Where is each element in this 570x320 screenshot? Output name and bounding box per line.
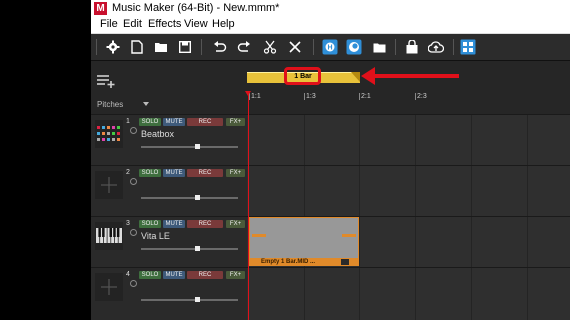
title-bar: M Music Maker (64-Bit) - New.mmm* (91, 0, 570, 17)
playhead-line (248, 94, 249, 320)
track-2: 2 SOLO MUTE REC FX+ (91, 165, 570, 216)
fx-button[interactable]: FX+ (226, 220, 245, 228)
delete-icon[interactable] (286, 38, 304, 56)
track-number: 3 (126, 220, 130, 227)
volume-slider[interactable] (141, 248, 238, 250)
new-file-icon[interactable] (128, 38, 146, 56)
track-number: 1 (126, 118, 130, 125)
annotation-arrow (371, 74, 459, 78)
gear-icon[interactable] (130, 280, 137, 287)
undo-icon[interactable] (211, 38, 229, 56)
volume-slider-knob[interactable] (195, 297, 200, 302)
grid-view-icon[interactable] (459, 38, 477, 56)
add-track-icon[interactable] (96, 73, 116, 89)
cut-icon[interactable] (261, 38, 279, 56)
keyboard-icon (95, 222, 123, 250)
open-folder-icon[interactable] (152, 38, 170, 56)
menu-effects[interactable]: Effects (148, 18, 181, 30)
track-1: 1 SOLO MUTE REC FX+ Beatbox (91, 114, 570, 165)
folder-icon[interactable] (370, 38, 388, 56)
chevron-down-icon[interactable] (143, 102, 149, 106)
beatbox-icon (95, 120, 123, 148)
ruler-label: 2:3 (417, 93, 427, 100)
ruler-label: 2:1 (361, 93, 371, 100)
volume-slider[interactable] (141, 197, 238, 199)
rec-button[interactable]: REC (187, 118, 223, 126)
mute-button[interactable]: MUTE (163, 271, 185, 279)
clip-menu-icon[interactable] (341, 259, 349, 265)
annotation-arrow-head (361, 67, 375, 85)
fx-button[interactable]: FX+ (226, 271, 245, 279)
annotation-highlight-box (284, 67, 321, 85)
volume-slider[interactable] (141, 299, 238, 301)
track-name[interactable]: Beatbox (141, 129, 174, 139)
fx-button[interactable]: FX+ (226, 118, 245, 126)
settings-icon[interactable] (104, 38, 122, 56)
toolbar: H (91, 34, 570, 61)
menu-view[interactable]: View (184, 18, 208, 30)
save-icon[interactable] (176, 38, 194, 56)
window-title: Music Maker (64-Bit) - New.mmm* (112, 2, 280, 14)
cloud-upload-icon[interactable] (427, 38, 445, 56)
rec-button[interactable]: REC (187, 271, 223, 279)
add-instrument-icon[interactable] (95, 273, 123, 301)
track-number: 2 (126, 169, 130, 176)
menu-help[interactable]: Help (212, 18, 235, 30)
loop-end-handle[interactable] (351, 72, 360, 82)
rec-button[interactable]: REC (187, 169, 223, 177)
track-4: 4 SOLO MUTE REC FX+ (91, 267, 570, 318)
fx-button[interactable]: FX+ (226, 169, 245, 177)
mute-button[interactable]: MUTE (163, 118, 185, 126)
rec-button[interactable]: REC (187, 220, 223, 228)
menu-bar: File Edit Effects View Help (91, 17, 570, 34)
clip-resize-left-handle[interactable] (252, 234, 266, 237)
music-maker-window: M Music Maker (64-Bit) - New.mmm* File E… (91, 0, 570, 320)
gear-icon[interactable] (130, 127, 137, 134)
solo-button[interactable]: SOLO (139, 118, 161, 126)
soundpool-icon[interactable]: H (321, 38, 339, 56)
volume-slider-knob[interactable] (195, 195, 200, 200)
app-logo: M (94, 2, 107, 15)
solo-button[interactable]: SOLO (139, 271, 161, 279)
clip-resize-right-handle[interactable] (342, 234, 356, 237)
mute-button[interactable]: MUTE (163, 169, 185, 177)
volume-slider[interactable] (141, 146, 238, 148)
solo-button[interactable]: SOLO (139, 220, 161, 228)
gear-icon[interactable] (130, 178, 137, 185)
add-instrument-icon[interactable] (95, 171, 123, 199)
pitches-label[interactable]: Pitches (97, 100, 123, 109)
store-icon[interactable] (345, 38, 363, 56)
svg-text:H: H (327, 45, 332, 52)
clip-label: Empty 1 Bar.MID ... (261, 259, 316, 265)
shop-bag-icon[interactable] (403, 38, 421, 56)
solo-button[interactable]: SOLO (139, 169, 161, 177)
mute-button[interactable]: MUTE (163, 220, 185, 228)
track-name[interactable]: Vita LE (141, 231, 170, 241)
redo-icon[interactable] (235, 38, 253, 56)
menu-file[interactable]: File (100, 18, 118, 30)
volume-slider-knob[interactable] (195, 246, 200, 251)
track-number: 4 (126, 271, 130, 278)
ruler-label: 1:3 (306, 93, 316, 100)
arranger-header (91, 61, 570, 115)
volume-slider-knob[interactable] (195, 144, 200, 149)
gear-icon[interactable] (130, 229, 137, 236)
ruler-label: 1:1 (251, 93, 261, 100)
menu-edit[interactable]: Edit (123, 18, 142, 30)
